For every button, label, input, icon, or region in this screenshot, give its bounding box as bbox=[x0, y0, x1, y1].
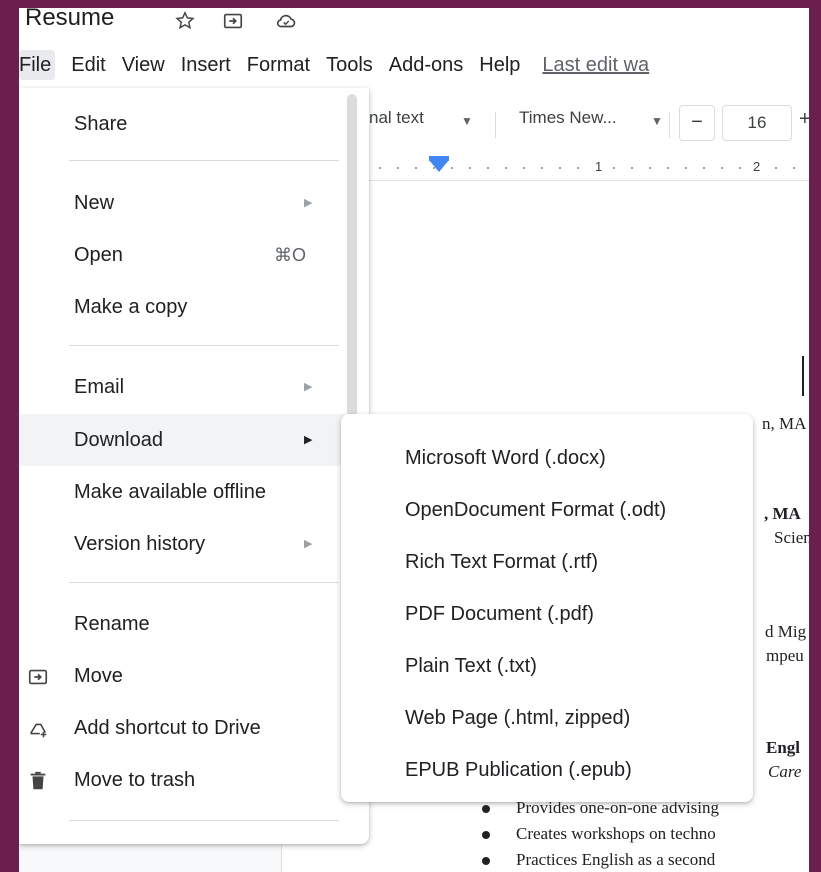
file-menu-item-open[interactable]: Open ⌘O bbox=[19, 231, 369, 279]
chevron-down-icon[interactable]: ▼ bbox=[461, 114, 473, 128]
menu-divider bbox=[69, 160, 339, 161]
submenu-arrow-icon: ▶ bbox=[304, 381, 313, 393]
menu-edit[interactable]: Edit bbox=[63, 50, 113, 80]
menu-item-label: Move bbox=[74, 665, 123, 687]
menu-view[interactable]: View bbox=[114, 50, 173, 80]
menu-item-label: Download bbox=[74, 429, 163, 451]
trash-icon bbox=[27, 770, 49, 792]
submenu-arrow-icon: ▶ bbox=[304, 538, 313, 550]
bullet-icon bbox=[482, 805, 490, 814]
download-option-rtf[interactable]: Rich Text Format (.rtf) bbox=[341, 536, 753, 588]
menu-item-label: Web Page (.html, zipped) bbox=[405, 707, 631, 729]
last-edit-link[interactable]: Last edit wa bbox=[528, 50, 657, 80]
menu-divider bbox=[69, 582, 339, 583]
download-option-html[interactable]: Web Page (.html, zipped) bbox=[341, 692, 753, 744]
list-item: Practices English as a second bbox=[482, 850, 715, 870]
bullet-icon bbox=[482, 831, 490, 840]
file-menu-item-email[interactable]: Email ▶ bbox=[19, 363, 369, 411]
file-menu: Share New ▶ Open ⌘O Make a copy Email ▶ … bbox=[19, 88, 369, 844]
ruler-label: 1 bbox=[593, 159, 605, 174]
menu-item-label: Move to trash bbox=[74, 769, 196, 791]
menu-bar: File Edit View Insert Format Tools Add-o… bbox=[19, 50, 657, 80]
list-item-text: Creates workshops on techno bbox=[516, 824, 716, 843]
indent-marker-icon[interactable] bbox=[429, 160, 449, 172]
submenu-arrow-icon: ▶ bbox=[304, 197, 313, 209]
add-shortcut-icon bbox=[27, 718, 49, 740]
move-folder-icon bbox=[27, 666, 49, 688]
file-menu-item-rename[interactable]: Rename bbox=[19, 600, 369, 648]
menu-divider bbox=[69, 345, 339, 346]
download-submenu: Microsoft Word (.docx) OpenDocument Form… bbox=[341, 414, 753, 802]
menu-insert[interactable]: Insert bbox=[173, 50, 239, 80]
move-folder-icon[interactable] bbox=[222, 10, 244, 32]
font-family-select[interactable]: Times New... bbox=[519, 108, 617, 128]
menu-format[interactable]: Format bbox=[239, 50, 318, 80]
menu-item-label: Microsoft Word (.docx) bbox=[405, 447, 606, 469]
menu-item-label: New bbox=[74, 192, 115, 214]
chevron-down-icon[interactable]: ▼ bbox=[651, 114, 663, 128]
menu-item-label: Version history bbox=[74, 533, 206, 555]
download-option-docx[interactable]: Microsoft Word (.docx) bbox=[341, 432, 753, 484]
ruler-label: 2 bbox=[751, 159, 763, 174]
file-menu-item-add-shortcut[interactable]: Add shortcut to Drive bbox=[19, 704, 369, 752]
menu-file[interactable]: File bbox=[19, 50, 56, 80]
menu-item-label: Add shortcut to Drive bbox=[74, 717, 261, 739]
cloud-status-icon[interactable] bbox=[275, 10, 297, 32]
paragraph-style-select[interactable]: nal text bbox=[369, 108, 424, 128]
toolbar-divider bbox=[669, 112, 670, 138]
toolbar-divider bbox=[495, 112, 496, 138]
doc-text-fragment: d Mig bbox=[765, 622, 807, 641]
menu-item-label: Rich Text Format (.rtf) bbox=[405, 551, 598, 573]
menu-item-label: OpenDocument Format (.odt) bbox=[405, 499, 667, 521]
increase-font-size-button[interactable]: + bbox=[799, 108, 809, 131]
download-option-epub[interactable]: EPUB Publication (.epub) bbox=[341, 744, 753, 796]
menu-item-label: Email bbox=[74, 376, 125, 398]
bullet-icon bbox=[482, 857, 490, 866]
font-size-input[interactable]: 16 bbox=[722, 105, 792, 141]
file-menu-item-download[interactable]: Download ▶ bbox=[19, 414, 369, 466]
download-option-pdf[interactable]: PDF Document (.pdf) bbox=[341, 588, 753, 640]
menu-item-label: Plain Text (.txt) bbox=[405, 655, 537, 677]
download-option-txt[interactable]: Plain Text (.txt) bbox=[341, 640, 753, 692]
doc-text-fragment: n, MA bbox=[762, 414, 807, 433]
file-menu-item-share[interactable]: Share bbox=[19, 100, 369, 148]
file-menu-item-move[interactable]: Move bbox=[19, 652, 369, 700]
menu-item-label: Rename bbox=[74, 613, 150, 635]
file-menu-item-move-to-trash[interactable]: Move to trash bbox=[19, 756, 369, 804]
menu-item-label: PDF Document (.pdf) bbox=[405, 603, 594, 625]
menu-item-label: Share bbox=[74, 113, 128, 135]
list-item: Creates workshops on techno bbox=[482, 824, 716, 844]
doc-text-fragment: , MA bbox=[764, 504, 801, 523]
menu-help[interactable]: Help bbox=[471, 50, 528, 80]
text-cursor bbox=[802, 356, 804, 396]
menu-tools[interactable]: Tools bbox=[318, 50, 381, 80]
file-menu-item-make-a-copy[interactable]: Make a copy bbox=[19, 283, 369, 331]
doc-text-fragment: mpeu bbox=[766, 646, 804, 665]
menu-item-label: Make available offline bbox=[74, 481, 266, 503]
list-item-text: Practices English as a second bbox=[516, 850, 716, 869]
keyboard-shortcut: ⌘O bbox=[274, 245, 307, 265]
file-menu-item-new[interactable]: New ▶ bbox=[19, 179, 369, 227]
submenu-arrow-icon: ▶ bbox=[304, 434, 313, 446]
download-option-odt[interactable]: OpenDocument Format (.odt) bbox=[341, 484, 753, 536]
menu-item-label: Open bbox=[74, 244, 123, 266]
menu-add-ons[interactable]: Add-ons bbox=[381, 50, 472, 80]
menu-item-label: Make a copy bbox=[74, 296, 188, 318]
doc-text-fragment: Care bbox=[768, 762, 802, 781]
document-title[interactable]: Resume bbox=[25, 8, 114, 32]
docs-window: Resume File Edit View Insert Format Tool… bbox=[19, 8, 809, 872]
doc-text-fragment: Engl bbox=[766, 738, 801, 757]
doc-text-fragment: Scien bbox=[774, 528, 809, 547]
menu-divider bbox=[69, 820, 339, 821]
file-menu-item-make-available-offline[interactable]: Make available offline bbox=[19, 468, 369, 516]
menu-item-label: EPUB Publication (.epub) bbox=[405, 759, 632, 781]
star-icon[interactable] bbox=[174, 10, 196, 32]
decrease-font-size-button[interactable]: − bbox=[679, 105, 715, 141]
file-menu-item-version-history[interactable]: Version history ▶ bbox=[19, 520, 369, 568]
